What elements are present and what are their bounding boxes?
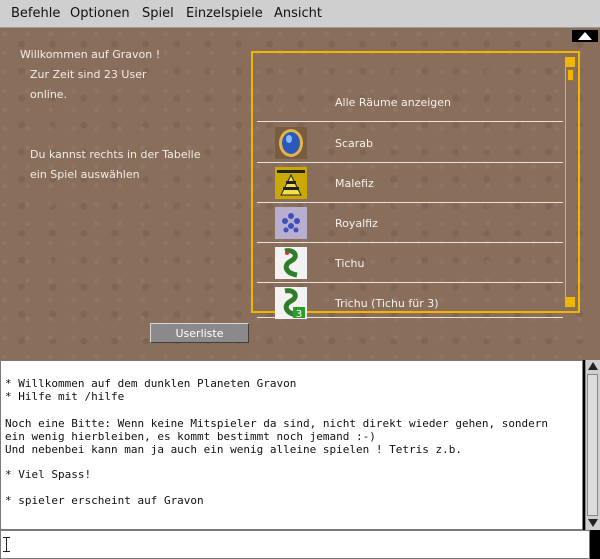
- console-line: ein wenig hierbleiben, es kommt bestimmt…: [5, 430, 376, 443]
- room-row-tichu[interactable]: Tichu: [257, 244, 563, 283]
- scroll-thumb[interactable]: [587, 374, 598, 516]
- console-scrollbar[interactable]: [585, 360, 600, 530]
- main-panel: Willkommen auf Gravon ! Zur Zeit sind 23…: [0, 28, 600, 360]
- scroll-up-icon[interactable]: [588, 362, 598, 370]
- room-row-malefiz[interactable]: Malefiz: [257, 164, 563, 203]
- malefiz-icon: [275, 167, 307, 199]
- room-label: Alle Räume anzeigen: [335, 96, 452, 109]
- userliste-button[interactable]: Userliste: [150, 323, 249, 343]
- welcome-title: Willkommen auf Gravon !: [20, 48, 161, 61]
- room-row-all[interactable]: Alle Räume anzeigen: [257, 83, 563, 122]
- console-line: * Willkommen auf dem dunklen Planeten Gr…: [5, 377, 297, 390]
- menu-spiel[interactable]: Spiel: [142, 0, 174, 28]
- console-line: * Viel Spass!: [5, 468, 92, 481]
- room-label: Royalfiz: [335, 217, 378, 230]
- menu-bar: Befehle Optionen Spiel Einzelspiele Ansi…: [0, 0, 600, 28]
- scroll-thumb[interactable]: [567, 69, 574, 81]
- royalfiz-icon: [275, 207, 307, 239]
- console-line: * Hilfe mit /hilfe: [5, 390, 125, 403]
- room-row-scarab[interactable]: Scarab: [257, 124, 563, 163]
- tichu-icon: [275, 247, 307, 279]
- menu-optionen[interactable]: Optionen: [70, 0, 130, 28]
- console-line: Und nebenbei kann man ja auch ein wenig …: [5, 443, 462, 456]
- user-count-text: Zur Zeit sind 23 User: [30, 68, 147, 81]
- scroll-down-icon[interactable]: [588, 519, 598, 527]
- room-table: Alle Räume anzeigen Scarab Malefiz Royal…: [251, 51, 580, 319]
- menu-befehle[interactable]: Befehle: [11, 0, 60, 28]
- room-scrollbar[interactable]: [565, 57, 575, 307]
- scarab-icon: [275, 127, 307, 159]
- chat-console: * Willkommen auf dem dunklen Planeten Gr…: [0, 360, 583, 530]
- trichu-icon: 3: [275, 287, 307, 319]
- room-label: Tichu: [335, 257, 365, 270]
- hint-text-1: Du kannst rechts in der Tabelle: [30, 148, 201, 161]
- console-line: * spieler erscheint auf Gravon: [5, 494, 204, 507]
- room-label: Trichu (Tichu für 3): [335, 297, 439, 310]
- online-text: online.: [30, 88, 68, 101]
- console-line: Noch eine Bitte: Wenn keine Mitspieler d…: [5, 417, 549, 430]
- room-label: Malefiz: [335, 177, 374, 190]
- hint-text-2: ein Spiel auswählen: [30, 168, 140, 181]
- svg-text:3: 3: [296, 309, 302, 319]
- room-label: Scarab: [335, 137, 374, 150]
- menu-ansicht[interactable]: Ansicht: [274, 0, 322, 28]
- room-row-royalfiz[interactable]: Royalfiz: [257, 204, 563, 243]
- text-cursor-icon: [3, 537, 10, 552]
- menu-einzelspiele[interactable]: Einzelspiele: [186, 0, 263, 28]
- collapse-up-icon[interactable]: [572, 30, 598, 42]
- chat-input[interactable]: [0, 530, 590, 559]
- room-row-trichu[interactable]: 3 Trichu (Tichu für 3): [257, 284, 563, 319]
- scroll-up-icon[interactable]: [566, 57, 575, 67]
- scroll-down-icon[interactable]: [566, 297, 575, 307]
